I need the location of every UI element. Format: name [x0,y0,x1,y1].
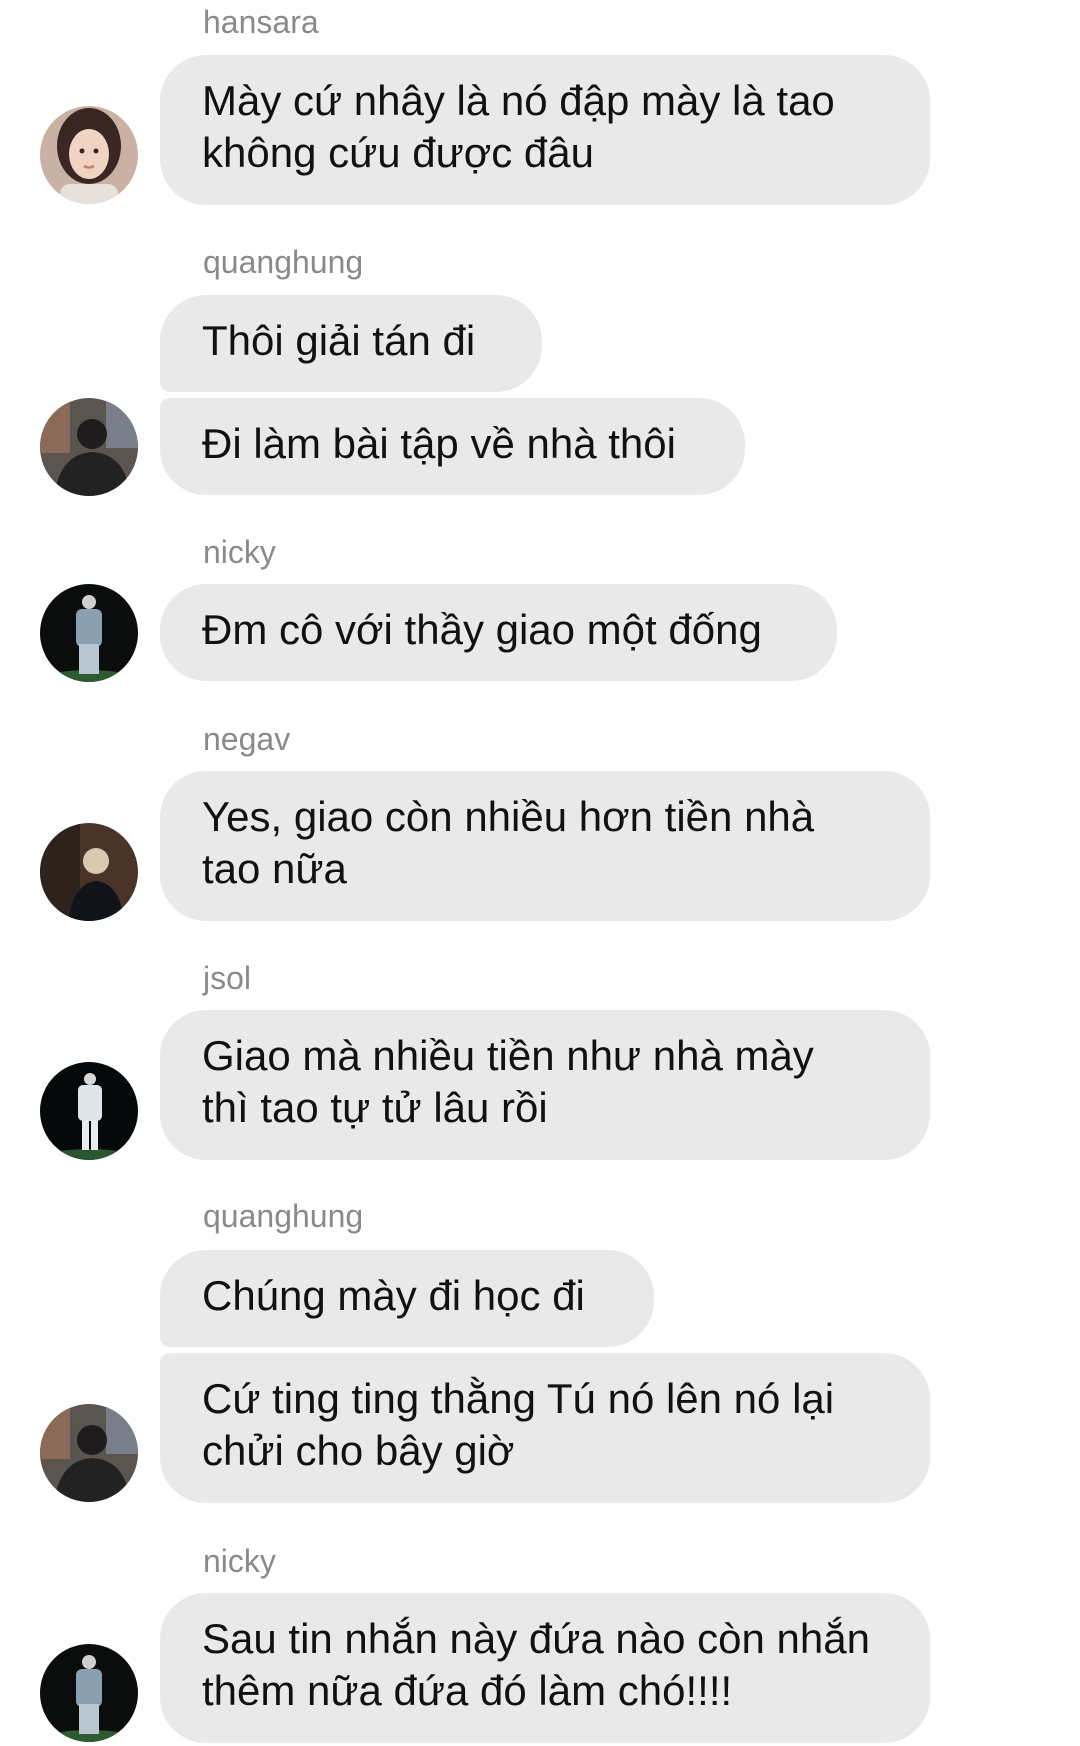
message-bubble[interactable]: Giao mà nhiều tiền như nhà mày thì tao t… [160,1010,930,1160]
user-avatar-nicky-icon[interactable] [40,584,138,682]
message-bubble[interactable]: Mày cứ nhây là nó đập mày là tao không c… [160,55,930,205]
sender-name: hansara [203,4,319,40]
user-avatar-negav-icon[interactable] [40,823,138,921]
user-avatar-nicky-icon[interactable] [40,1644,138,1742]
message-bubble[interactable]: Chúng mày đi học đi [160,1250,654,1347]
sender-name: nicky [203,1543,276,1579]
message-bubble[interactable]: Yes, giao còn nhiều hơn tiền nhà tao nữa [160,771,930,921]
sender-name: negav [203,721,291,757]
user-avatar-hansara-icon[interactable] [40,106,138,204]
sender-name: nicky [203,534,276,570]
message-bubble[interactable]: Đm cô với thầy giao một đống [160,584,837,681]
message-bubble[interactable]: Sau tin nhắn này đứa nào còn nhắn thêm n… [160,1593,930,1743]
chat-message-list[interactable]: hansara Mày cứ nhây là nó đập mày là tao… [0,0,1080,1746]
message-bubble[interactable]: Đi làm bài tập về nhà thôi [160,398,745,495]
message-bubble[interactable]: Thôi giải tán đi [160,295,542,392]
user-avatar-quanghung-icon[interactable] [40,398,138,496]
sender-name: jsol [203,960,252,996]
user-avatar-jsol-icon[interactable] [40,1062,138,1160]
user-avatar-quanghung-icon[interactable] [40,1404,138,1502]
sender-name: quanghung [203,1198,364,1234]
sender-name: quanghung [203,244,364,280]
message-bubble[interactable]: Cứ ting ting thằng Tú nó lên nó lại chửi… [160,1353,930,1503]
